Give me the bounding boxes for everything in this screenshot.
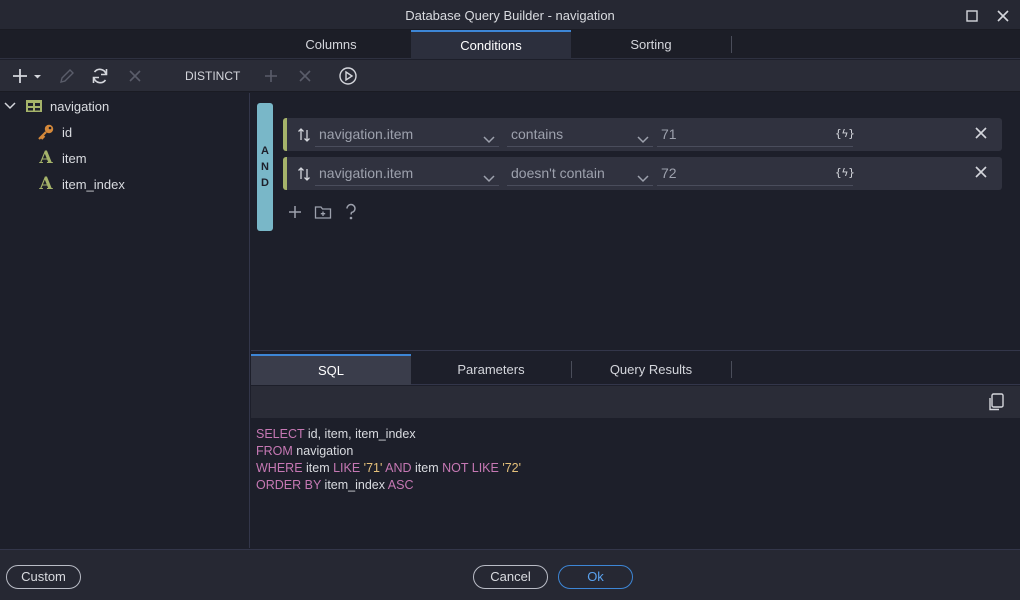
operator-select[interactable]: contains	[507, 122, 653, 147]
add-condition-icon[interactable]	[285, 202, 305, 222]
custom-button[interactable]: Custom	[6, 565, 81, 589]
add-dropdown-icon[interactable]	[10, 66, 44, 86]
tab-sorting[interactable]: Sorting	[571, 30, 731, 59]
edit-icon[interactable]	[57, 66, 77, 86]
condition-accent	[283, 157, 287, 190]
sql-line: ORDER BY item_index ASC	[256, 477, 521, 494]
tab-separator	[731, 36, 732, 53]
chevron-down-icon	[483, 167, 495, 191]
sql-keyword: SELECT	[256, 427, 305, 441]
condition-row: navigation.item doesn't contain 72 {ϟ}	[283, 157, 1002, 190]
sql-preview: SELECT id, item, item_index FROM navigat…	[256, 426, 521, 494]
tab-parameters[interactable]: Parameters	[411, 354, 571, 385]
sql-text: id, item, item_index	[304, 427, 416, 441]
dynamic-data-icon[interactable]: {ϟ}	[835, 166, 855, 179]
dynamic-data-icon[interactable]: {ϟ}	[835, 127, 855, 140]
tree-column-item[interactable]: A item	[36, 146, 87, 170]
condition-actions	[285, 202, 369, 222]
sql-toolbar	[251, 386, 1020, 418]
sql-keyword: AND	[382, 461, 412, 475]
sql-text: item	[302, 461, 334, 475]
add-group-icon[interactable]	[313, 202, 333, 222]
copy-icon[interactable]	[986, 392, 1006, 412]
table-icon	[24, 97, 44, 115]
close-icon[interactable]	[993, 6, 1013, 26]
drag-sort-icon[interactable]	[297, 166, 311, 182]
output-tabs: SQL Parameters Query Results	[251, 354, 1020, 385]
chevron-down-icon	[483, 128, 495, 152]
delete-icon[interactable]	[125, 66, 145, 86]
group-operator-letter: N	[261, 161, 269, 173]
operator-select-value: contains	[511, 126, 564, 142]
remove-condition-icon[interactable]	[974, 165, 990, 181]
group-operator-letter: A	[261, 145, 269, 157]
text-type-icon: A	[39, 148, 53, 168]
add-icon[interactable]	[261, 66, 281, 86]
sql-keyword: ORDER BY	[256, 478, 322, 492]
sql-line: FROM navigation	[256, 443, 521, 460]
field-select[interactable]: navigation.item	[315, 122, 499, 147]
condition-row: navigation.item contains 71 {ϟ}	[283, 118, 1002, 151]
group-operator-letter: D	[261, 177, 269, 189]
tree-node-table[interactable]: navigation	[4, 94, 109, 118]
drag-sort-icon[interactable]	[297, 127, 311, 143]
sql-string: '72'	[498, 461, 521, 475]
column-name: id	[62, 124, 73, 140]
distinct-toggle[interactable]: DISTINCT	[185, 69, 240, 83]
sql-keyword: NOT LIKE	[442, 461, 499, 475]
toolbar: DISTINCT	[0, 60, 1020, 92]
operator-select-value: doesn't contain	[511, 165, 605, 181]
sql-string: '71'	[360, 461, 383, 475]
key-icon	[36, 123, 56, 141]
operator-select[interactable]: doesn't contain	[507, 161, 653, 186]
chevron-down-icon[interactable]	[4, 101, 18, 111]
title-bar: Database Query Builder - navigation	[0, 0, 1020, 30]
sql-text: navigation	[292, 444, 354, 458]
tab-columns[interactable]: Columns	[251, 30, 411, 59]
column-name: item_index	[62, 176, 125, 192]
value-input[interactable]: 72	[657, 161, 853, 186]
table-tree: navigation id A item A item_index	[0, 93, 250, 548]
field-select-value: navigation.item	[319, 126, 414, 142]
tab-conditions[interactable]: Conditions	[411, 30, 571, 59]
sql-text: item_index	[321, 478, 388, 492]
text-type-icon: A	[39, 174, 53, 194]
sql-line: WHERE item LIKE '71' AND item NOT LIKE '…	[256, 460, 521, 477]
field-select-value: navigation.item	[319, 165, 414, 181]
group-operator-and[interactable]: AND	[257, 103, 273, 231]
sql-text: item	[411, 461, 443, 475]
column-name: item	[62, 150, 87, 166]
sql-keyword: FROM	[256, 444, 293, 458]
main-tabs: Columns Conditions Sorting	[0, 30, 1020, 59]
maximize-icon[interactable]	[962, 6, 982, 26]
refresh-icon[interactable]	[90, 66, 110, 86]
sql-keyword: WHERE	[256, 461, 303, 475]
sql-line: SELECT id, item, item_index	[256, 426, 521, 443]
sql-keyword: ASC	[387, 478, 414, 492]
conditions-panel: AND navigation.item contains 71 {ϟ} navi…	[251, 93, 1020, 351]
window-title: Database Query Builder - navigation	[405, 8, 615, 23]
table-name: navigation	[50, 98, 110, 114]
tree-column-id[interactable]: id	[36, 120, 72, 144]
remove-condition-icon[interactable]	[974, 126, 990, 142]
dialog-footer: Custom Cancel Ok	[0, 549, 1020, 600]
tab-query-results[interactable]: Query Results	[571, 354, 731, 385]
field-select[interactable]: navigation.item	[315, 161, 499, 186]
ok-button[interactable]: Ok	[558, 565, 633, 589]
remove-icon[interactable]	[295, 66, 315, 86]
tree-column-item-index[interactable]: A item_index	[36, 172, 125, 196]
tab-sql[interactable]: SQL	[251, 354, 411, 385]
cancel-button[interactable]: Cancel	[473, 565, 548, 589]
run-query-icon[interactable]	[338, 66, 358, 86]
help-icon[interactable]	[341, 202, 361, 222]
value-input[interactable]: 71	[657, 122, 853, 147]
chevron-down-icon	[637, 128, 649, 152]
condition-accent	[283, 118, 287, 151]
sql-keyword: LIKE	[333, 461, 361, 475]
tab-separator	[731, 361, 732, 378]
chevron-down-icon	[637, 167, 649, 191]
